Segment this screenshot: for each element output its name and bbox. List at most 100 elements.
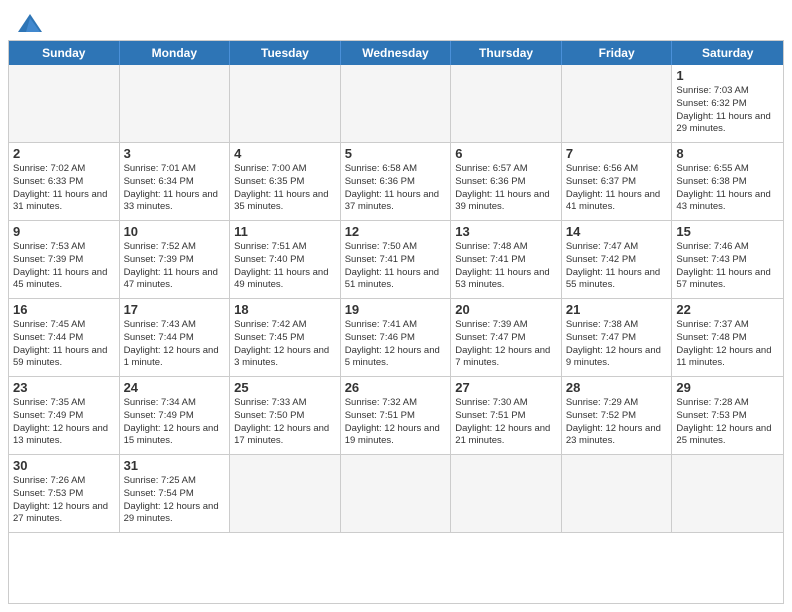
day-number: 9 [13,224,115,239]
calendar-cell [9,65,120,143]
day-number: 4 [234,146,336,161]
day-number: 13 [455,224,557,239]
day-info: Sunrise: 6:57 AM Sunset: 6:36 PM Dayligh… [455,163,557,214]
day-info: Sunrise: 7:50 AM Sunset: 7:41 PM Dayligh… [345,241,447,292]
calendar-cell: 16Sunrise: 7:45 AM Sunset: 7:44 PM Dayli… [9,299,120,377]
calendar-cell: 10Sunrise: 7:52 AM Sunset: 7:39 PM Dayli… [120,221,231,299]
header [0,0,792,40]
day-info: Sunrise: 7:30 AM Sunset: 7:51 PM Dayligh… [455,397,557,448]
calendar-cell [341,65,452,143]
calendar-cell: 28 Sunrise: 7:29 AM Sunset: 7:52 PM Dayli… [562,377,673,455]
day-info: Sunrise: 7:43 AM Sunset: 7:44 PM Dayligh… [124,319,226,370]
calendar-header-cell: Thursday [451,41,562,65]
day-info: Sunrise: 7:37 AM Sunset: 7:48 PM Dayligh… [676,319,779,370]
day-info: Sunrise: 7:53 AM Sunset: 7:39 PM Dayligh… [13,241,115,292]
calendar-cell: 23 Sunrise: 7:35 AM Sunset: 7:49 PM Dayli… [9,377,120,455]
day-number: 24 [124,380,226,395]
calendar-cell: 19 Sunrise: 7:41 AM Sunset: 7:46 PM Dayli… [341,299,452,377]
day-number: 29 [676,380,779,395]
calendar-cell [451,65,562,143]
day-number: 5 [345,146,447,161]
calendar-cell: 27 Sunrise: 7:30 AM Sunset: 7:51 PM Dayli… [451,377,562,455]
calendar-cell: 30 Sunrise: 7:26 AM Sunset: 7:53 PM Dayli… [9,455,120,533]
day-number: 2 [13,146,115,161]
calendar-body: 1 Sunrise: 7:03 AM Sunset: 6:32 PM Daylig… [9,65,783,533]
day-info: Sunrise: 7:03 AM Sunset: 6:32 PM Dayligh… [676,85,779,136]
calendar-cell [230,65,341,143]
calendar-cell: 17 Sunrise: 7:43 AM Sunset: 7:44 PM Dayli… [120,299,231,377]
calendar-cell [341,455,452,533]
day-number: 8 [676,146,779,161]
calendar-cell: 6 Sunrise: 6:57 AM Sunset: 6:36 PM Daylig… [451,143,562,221]
day-number: 23 [13,380,115,395]
calendar-cell: 9 Sunrise: 7:53 AM Sunset: 7:39 PM Daylig… [9,221,120,299]
day-info: Sunrise: 7:39 AM Sunset: 7:47 PM Dayligh… [455,319,557,370]
day-number: 28 [566,380,668,395]
calendar-cell: 7Sunrise: 6:56 AM Sunset: 6:37 PM Daylig… [562,143,673,221]
calendar-cell: 11Sunrise: 7:51 AM Sunset: 7:40 PM Dayli… [230,221,341,299]
day-number: 12 [345,224,447,239]
calendar-cell: 3Sunrise: 7:01 AM Sunset: 6:34 PM Daylig… [120,143,231,221]
day-number: 26 [345,380,447,395]
day-info: Sunrise: 7:32 AM Sunset: 7:51 PM Dayligh… [345,397,447,448]
day-info: Sunrise: 7:01 AM Sunset: 6:34 PM Dayligh… [124,163,226,214]
day-number: 14 [566,224,668,239]
day-info: Sunrise: 7:29 AM Sunset: 7:52 PM Dayligh… [566,397,668,448]
day-info: Sunrise: 7:41 AM Sunset: 7:46 PM Dayligh… [345,319,447,370]
calendar-header-cell: Saturday [672,41,783,65]
day-number: 10 [124,224,226,239]
page: SundayMondayTuesdayWednesdayThursdayFrid… [0,0,792,612]
day-number: 27 [455,380,557,395]
calendar-cell: 12 Sunrise: 7:50 AM Sunset: 7:41 PM Dayli… [341,221,452,299]
calendar-cell [562,455,673,533]
calendar-header-cell: Friday [562,41,673,65]
logo-icon [16,12,44,34]
day-number: 7 [566,146,668,161]
day-number: 1 [676,68,779,83]
calendar-cell [562,65,673,143]
calendar-cell: 29Sunrise: 7:28 AM Sunset: 7:53 PM Dayli… [672,377,783,455]
day-info: Sunrise: 7:25 AM Sunset: 7:54 PM Dayligh… [124,475,226,526]
day-number: 31 [124,458,226,473]
day-number: 19 [345,302,447,317]
day-number: 21 [566,302,668,317]
calendar-cell: 25 Sunrise: 7:33 AM Sunset: 7:50 PM Dayli… [230,377,341,455]
day-number: 22 [676,302,779,317]
day-number: 6 [455,146,557,161]
calendar-header-cell: Wednesday [341,41,452,65]
day-number: 20 [455,302,557,317]
calendar-cell [120,65,231,143]
calendar-cell: 8 Sunrise: 6:55 AM Sunset: 6:38 PM Daylig… [672,143,783,221]
calendar-header-cell: Monday [120,41,231,65]
day-info: Sunrise: 7:33 AM Sunset: 7:50 PM Dayligh… [234,397,336,448]
day-info: Sunrise: 7:34 AM Sunset: 7:49 PM Dayligh… [124,397,226,448]
day-info: Sunrise: 6:58 AM Sunset: 6:36 PM Dayligh… [345,163,447,214]
calendar-cell: 13Sunrise: 7:48 AM Sunset: 7:41 PM Dayli… [451,221,562,299]
day-info: Sunrise: 7:45 AM Sunset: 7:44 PM Dayligh… [13,319,115,370]
calendar-cell: 1 Sunrise: 7:03 AM Sunset: 6:32 PM Daylig… [672,65,783,143]
calendar-cell: 20 Sunrise: 7:39 AM Sunset: 7:47 PM Dayli… [451,299,562,377]
calendar-cell: 24 Sunrise: 7:34 AM Sunset: 7:49 PM Dayli… [120,377,231,455]
day-info: Sunrise: 6:55 AM Sunset: 6:38 PM Dayligh… [676,163,779,214]
day-info: Sunrise: 7:26 AM Sunset: 7:53 PM Dayligh… [13,475,115,526]
day-info: Sunrise: 7:35 AM Sunset: 7:49 PM Dayligh… [13,397,115,448]
logo [16,12,48,34]
calendar-header: SundayMondayTuesdayWednesdayThursdayFrid… [9,41,783,65]
calendar-cell: 26 Sunrise: 7:32 AM Sunset: 7:51 PM Dayli… [341,377,452,455]
calendar-cell: 2 Sunrise: 7:02 AM Sunset: 6:33 PM Daylig… [9,143,120,221]
calendar-cell: 4Sunrise: 7:00 AM Sunset: 6:35 PM Daylig… [230,143,341,221]
day-number: 15 [676,224,779,239]
day-number: 30 [13,458,115,473]
calendar-cell: 14 Sunrise: 7:47 AM Sunset: 7:42 PM Dayli… [562,221,673,299]
day-info: Sunrise: 7:02 AM Sunset: 6:33 PM Dayligh… [13,163,115,214]
calendar-cell: 31 Sunrise: 7:25 AM Sunset: 7:54 PM Dayli… [120,455,231,533]
calendar-cell: 21Sunrise: 7:38 AM Sunset: 7:47 PM Dayli… [562,299,673,377]
calendar-cell: 15Sunrise: 7:46 AM Sunset: 7:43 PM Dayli… [672,221,783,299]
day-number: 17 [124,302,226,317]
calendar-cell [451,455,562,533]
day-info: Sunrise: 7:51 AM Sunset: 7:40 PM Dayligh… [234,241,336,292]
calendar-cell [672,455,783,533]
day-number: 25 [234,380,336,395]
day-info: Sunrise: 7:42 AM Sunset: 7:45 PM Dayligh… [234,319,336,370]
day-info: Sunrise: 7:47 AM Sunset: 7:42 PM Dayligh… [566,241,668,292]
